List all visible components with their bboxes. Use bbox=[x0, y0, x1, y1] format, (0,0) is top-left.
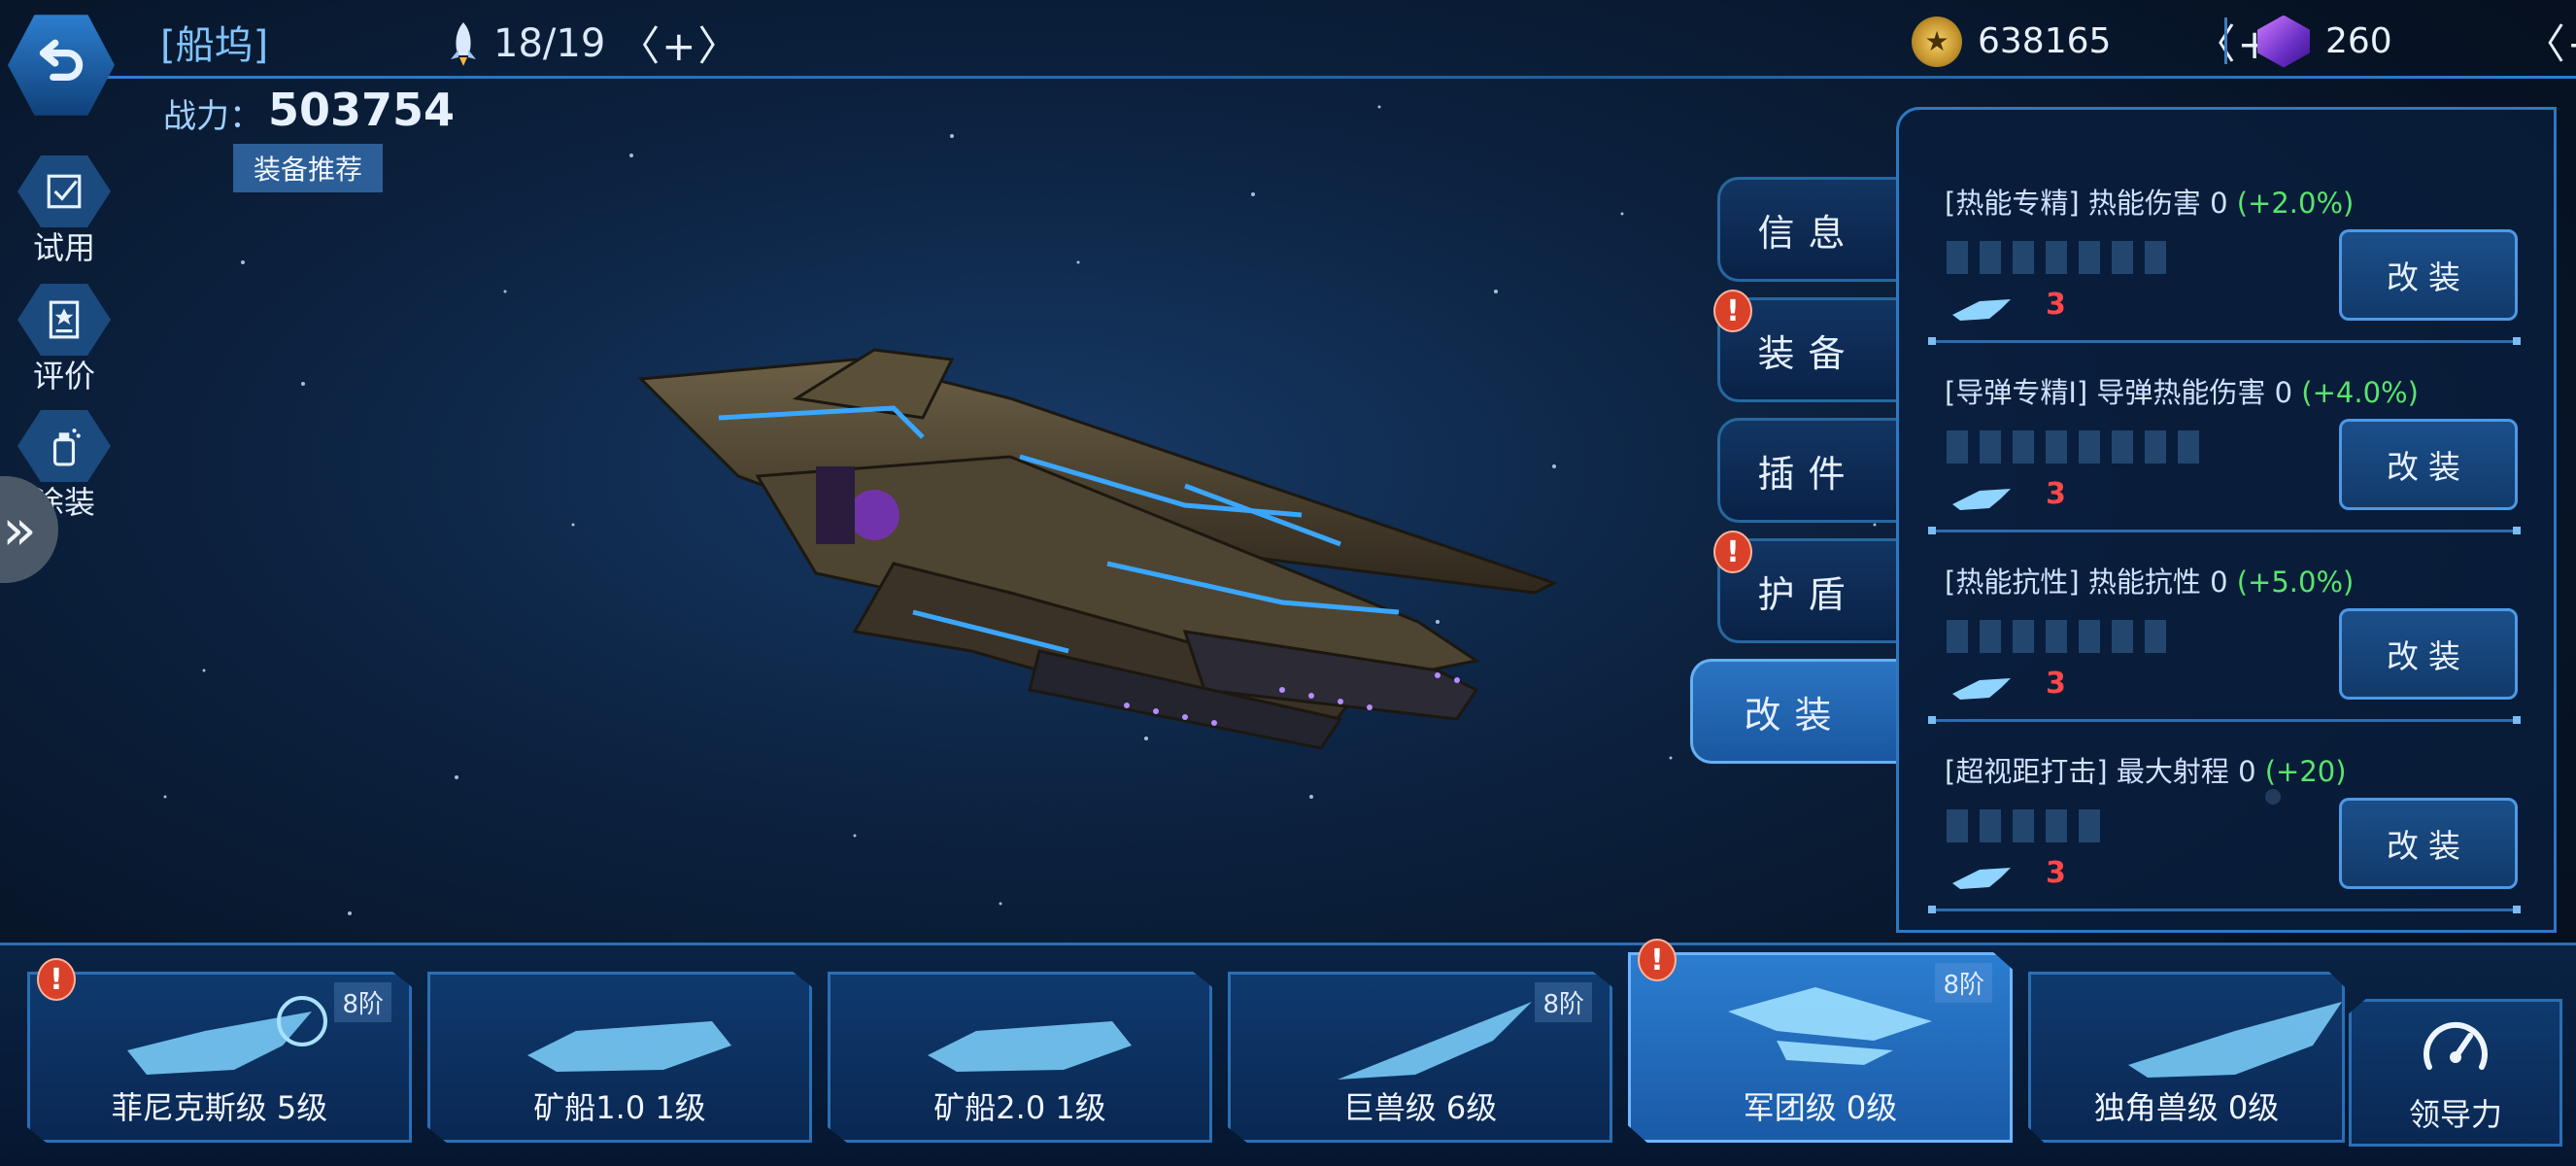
mod-title: [超视距打击] 最大射程 0 (+20) bbox=[1945, 755, 2347, 788]
side-hex bbox=[17, 155, 111, 227]
mod-cost: 3 bbox=[2046, 856, 2066, 890]
modify-button[interactable]: 改装 bbox=[2339, 798, 2518, 889]
coin-value: 638165 bbox=[1978, 21, 2112, 61]
back-button[interactable] bbox=[8, 15, 115, 116]
mod-row: [导弹专精I] 导弹热能伤害 0 (+4.0%) 3 改装 bbox=[1928, 370, 2522, 555]
mod-bonus: (+2.0%) bbox=[2236, 187, 2355, 220]
ship-card-selected[interactable]: 8阶 军团级 0级 bbox=[1628, 952, 2013, 1143]
ship-card-label: 独角兽级 0级 bbox=[2093, 1089, 2280, 1126]
mod-title: [热能专精] 热能伤害 0 (+2.0%) bbox=[1945, 187, 2355, 220]
modify-button[interactable]: 改装 bbox=[2339, 608, 2518, 700]
tier-badge: 8阶 bbox=[1935, 963, 1992, 1003]
row-divider bbox=[1928, 527, 2521, 534]
side-hex bbox=[17, 284, 111, 356]
gem-icon bbox=[2257, 15, 2310, 68]
ship-card[interactable]: 矿船1.0 1级 bbox=[427, 972, 812, 1143]
leadership-button[interactable]: 领导力 bbox=[2349, 999, 2562, 1147]
gem-value: 260 bbox=[2325, 21, 2392, 61]
ship-card[interactable]: 矿船2.0 1级 bbox=[828, 972, 1212, 1143]
mod-slots bbox=[1947, 430, 2199, 463]
ship-card[interactable]: 独角兽级 0级 bbox=[2028, 972, 2345, 1143]
tab-shield-alert-badge: ! bbox=[1713, 531, 1752, 573]
mod-bonus: (+20) bbox=[2264, 755, 2347, 788]
mod-cost: 3 bbox=[2046, 667, 2066, 701]
spray-can-icon bbox=[52, 429, 81, 466]
back-arrow-icon bbox=[39, 39, 84, 82]
side-hex bbox=[17, 410, 111, 482]
ship-card-label: 矿船1.0 1级 bbox=[533, 1089, 706, 1126]
ship-alert-badge: ! bbox=[37, 958, 76, 1001]
coin-icon: ★ bbox=[1912, 16, 1962, 67]
rocket-icon bbox=[451, 21, 476, 66]
checkbox-icon bbox=[47, 174, 82, 209]
modify-button[interactable]: 改装 bbox=[2339, 419, 2518, 510]
coin-currency: ★ 638165 〈+〉 bbox=[1912, 12, 2317, 71]
ship-thumbnail bbox=[2128, 1002, 2342, 1078]
side-item-label: 评价 bbox=[32, 358, 95, 394]
ship-cost-icon bbox=[1952, 299, 2011, 321]
tier-badge: 8阶 bbox=[1535, 982, 1592, 1022]
side-item-label: 试用 bbox=[32, 229, 95, 266]
mod-row: [热能抗性] 热能抗性 0 (+5.0%) 3 改装 bbox=[1928, 560, 2522, 744]
ship-card[interactable]: 8阶 巨兽级 6级 bbox=[1228, 972, 1612, 1143]
mod-row: [热能专精] 热能伤害 0 (+2.0%) 3 改装 bbox=[1928, 181, 2522, 365]
currency-divider bbox=[2224, 17, 2227, 64]
ship-card[interactable]: 8阶 菲尼克斯级 5级 bbox=[27, 972, 412, 1143]
mod-slots bbox=[1947, 241, 2166, 274]
equipment-recommend-button[interactable]: 装备推荐 bbox=[233, 144, 383, 192]
ship-card-label: 菲尼克斯级 5级 bbox=[111, 1089, 328, 1126]
ship-cost-icon bbox=[1952, 678, 2011, 700]
mod-title: [热能抗性] 热能抗性 0 (+5.0%) bbox=[1945, 566, 2355, 599]
ship-alert-badge: ! bbox=[1638, 939, 1677, 981]
ship-card-label: 军团级 0级 bbox=[1743, 1089, 1898, 1126]
mod-cost: 3 bbox=[2046, 477, 2066, 511]
gauge-icon bbox=[2423, 1022, 2488, 1070]
gem-currency: 260 〈+〉 bbox=[2257, 12, 2576, 71]
modify-button[interactable]: 改装 bbox=[2339, 229, 2518, 321]
ship-thumbnail bbox=[1728, 987, 1932, 1065]
ship-card-label: 巨兽级 6级 bbox=[1342, 1089, 1498, 1126]
gem-add-button[interactable]: 〈+〉 bbox=[2525, 12, 2576, 71]
fleet-count: 18/19 〈+〉 bbox=[447, 14, 740, 73]
tab-modify[interactable]: 改装 bbox=[1690, 659, 1896, 764]
tab-plugins[interactable]: 插件 bbox=[1717, 418, 1896, 523]
row-divider bbox=[1928, 337, 2521, 345]
header-divider bbox=[107, 76, 2576, 79]
ship-card-label: 矿船2.0 1级 bbox=[933, 1089, 1106, 1126]
mod-slots bbox=[1947, 620, 2166, 653]
mod-bonus: (+4.0%) bbox=[2301, 376, 2419, 409]
ship-thumbnail bbox=[527, 1021, 731, 1072]
mod-row: [超视距打击] 最大射程 0 (+20) 3 改装 bbox=[1928, 749, 2522, 934]
side-item-rating[interactable]: 评价 bbox=[14, 284, 115, 396]
mod-cost: 3 bbox=[2046, 288, 2066, 322]
row-divider bbox=[1928, 906, 2521, 913]
mod-bonus: (+5.0%) bbox=[2236, 566, 2355, 599]
tier-badge: 8阶 bbox=[334, 982, 391, 1022]
ship-thumbnail bbox=[1338, 1002, 1532, 1080]
fleet-add-button[interactable]: 〈+〉 bbox=[619, 14, 740, 73]
ship-model[interactable] bbox=[602, 340, 1574, 758]
fleet-count-value: 18/19 bbox=[493, 20, 606, 66]
side-item-trial[interactable]: 试用 bbox=[14, 155, 115, 268]
mod-slots bbox=[1947, 809, 2100, 842]
ship-thumbnail bbox=[127, 996, 327, 1075]
ship-cost-icon bbox=[1952, 868, 2011, 889]
power-label: 战力： bbox=[163, 97, 262, 136]
tab-equipment-alert-badge: ! bbox=[1713, 290, 1752, 332]
row-divider bbox=[1928, 716, 2521, 724]
power-value: 503754 bbox=[268, 84, 456, 136]
page-title: [船坞] bbox=[160, 23, 269, 68]
badge-icon bbox=[49, 300, 80, 339]
ship-cost-icon bbox=[1952, 489, 2011, 510]
leadership-label: 领导力 bbox=[2408, 1096, 2502, 1133]
mod-title: [导弹专精I] 导弹热能伤害 0 (+4.0%) bbox=[1945, 376, 2419, 409]
tab-info[interactable]: 信息 bbox=[1717, 177, 1896, 282]
ship-thumbnail bbox=[928, 1021, 1132, 1072]
